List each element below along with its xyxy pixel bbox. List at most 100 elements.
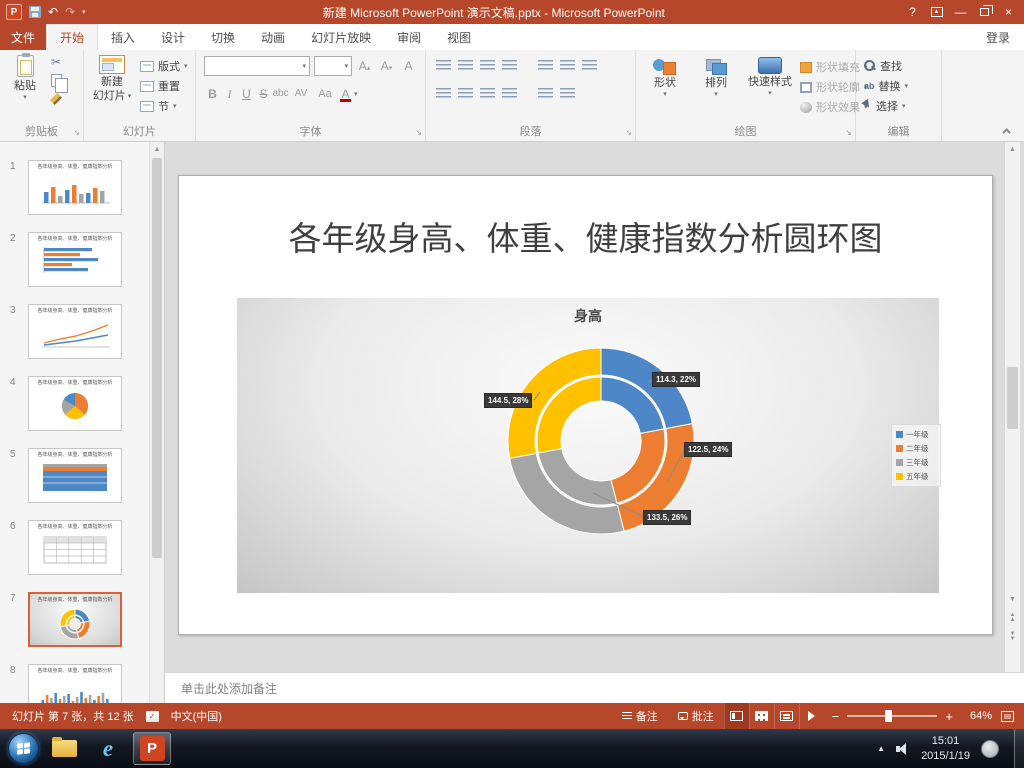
taskbar-explorer-button[interactable]	[45, 732, 83, 765]
undo-icon[interactable]: ↶	[48, 6, 58, 18]
dialog-launcher-icon[interactable]: ↘	[625, 128, 632, 137]
doughnut-chart[interactable]: 身高 114.3, 22% 122.5, 24% 133.5, 26% 144.5, …	[237, 298, 941, 593]
ribbon-tab-7[interactable]: 审阅	[384, 24, 434, 50]
bold-button[interactable]: B	[204, 84, 221, 104]
scroll-up-button[interactable]: ▲	[1005, 142, 1020, 157]
ribbon-tab-1[interactable]: 开始	[46, 24, 99, 50]
paste-button[interactable]: 粘贴 ▾	[6, 53, 44, 101]
slide-canvas[interactable]: 各年级身高、体重、健康指数分析圆环图 身高 114.3, 22% 122.5, 2…	[178, 175, 993, 635]
sign-in-link[interactable]: 登录	[972, 24, 1024, 50]
decrease-indent-button[interactable]	[476, 56, 498, 74]
dialog-launcher-icon[interactable]: ↘	[415, 128, 422, 137]
align-center-button[interactable]	[454, 84, 476, 102]
volume-icon[interactable]	[896, 742, 910, 755]
ribbon-tab-4[interactable]: 切换	[198, 24, 248, 50]
quick-styles-button[interactable]: 快速样式 ▾	[742, 57, 798, 97]
arrange-button[interactable]: 排列 ▾	[692, 57, 740, 98]
notes-toggle-button[interactable]: 备注	[612, 703, 668, 729]
align-left-button[interactable]	[432, 84, 454, 102]
reading-view-button[interactable]	[773, 703, 799, 729]
language-indicator[interactable]: 中文(中国)	[171, 708, 222, 724]
shapes-button[interactable]: 形状 ▾	[640, 57, 690, 98]
copy-icon[interactable]	[50, 74, 68, 93]
align-right-button[interactable]	[476, 84, 498, 102]
file-tab[interactable]: 文件	[0, 24, 46, 50]
find-button[interactable]: 查找	[864, 58, 908, 74]
zoom-out-button[interactable]: −	[824, 709, 848, 724]
font-name-combobox[interactable]: ▾	[204, 56, 310, 76]
normal-view-button[interactable]	[723, 703, 749, 729]
align-text-button[interactable]	[578, 56, 600, 74]
scrollbar-thumb[interactable]	[152, 158, 162, 558]
line-spacing-button[interactable]	[534, 56, 556, 74]
help-button[interactable]: ?	[902, 2, 923, 22]
redo-icon[interactable]: ↷	[65, 6, 75, 18]
dialog-launcher-icon[interactable]: ↘	[845, 128, 852, 137]
taskbar-powerpoint-button[interactable]: P	[133, 732, 171, 765]
new-slide-button[interactable]: 新建 幻灯片 ▾	[88, 55, 136, 104]
ribbon-display-options-button[interactable]: ▲	[926, 2, 947, 22]
zoom-in-button[interactable]: +	[937, 709, 961, 724]
slide-thumbnail-8[interactable]: 各年级身高、体重、健康指数分析	[28, 664, 122, 703]
scroll-up-icon[interactable]: ▲	[150, 142, 164, 156]
select-button[interactable]: 选择 ▾	[861, 98, 908, 114]
start-button[interactable]	[8, 733, 39, 764]
spell-check-icon[interactable]: ✓	[145, 710, 159, 722]
slide-thumbnail-4[interactable]: 各年级身高、体重、健康指数分析	[28, 376, 122, 431]
layout-button[interactable]: 版式 ▾	[140, 58, 188, 74]
notes-pane[interactable]: 单击此处添加备注	[165, 672, 1024, 703]
next-slide-button[interactable]: ▼ ▼	[1005, 629, 1020, 644]
zoom-slider-thumb[interactable]	[885, 710, 893, 722]
hidden-icons-button[interactable]: ▲	[877, 744, 885, 753]
powerpoint-app-icon[interactable]: P	[6, 4, 22, 20]
slide-thumbnail-6[interactable]: 各年级身高、体重、健康指数分析	[28, 520, 122, 575]
clear-formatting-button[interactable]: A	[400, 56, 417, 76]
ribbon-tab-3[interactable]: 设计	[148, 24, 198, 50]
font-size-combobox[interactable]: ▾	[314, 56, 352, 76]
close-button[interactable]: ×	[998, 2, 1019, 22]
character-spacing-button[interactable]: AV	[289, 84, 313, 104]
ribbon-tab-2[interactable]: 插入	[98, 24, 148, 50]
text-shadow-button[interactable]: abc	[272, 84, 289, 104]
taskbar-internet-explorer-button[interactable]: e	[89, 732, 127, 765]
ribbon-tab-8[interactable]: 视图	[434, 24, 484, 50]
scrollbar-thumb[interactable]	[1007, 367, 1018, 429]
text-direction-button[interactable]	[556, 56, 578, 74]
columns-button[interactable]	[534, 84, 556, 102]
slide-thumbnail-1[interactable]: 各年级身高、体重、健康指数分析	[28, 160, 122, 215]
change-case-button[interactable]: Aa	[313, 84, 337, 104]
previous-slide-button[interactable]: ▲ ▲	[1005, 610, 1020, 625]
save-icon[interactable]	[29, 6, 41, 18]
grow-font-button[interactable]: A▴	[356, 56, 373, 79]
collapse-ribbon-button[interactable]	[1000, 125, 1016, 137]
cut-icon[interactable]: ✂	[51, 56, 61, 68]
underline-button[interactable]: U	[238, 84, 255, 104]
show-desktop-button[interactable]	[1014, 729, 1024, 768]
slide-sorter-view-button[interactable]	[748, 703, 774, 729]
slide-title[interactable]: 各年级身高、体重、健康指数分析圆环图	[179, 212, 992, 260]
section-button[interactable]: 节 ▾	[140, 98, 188, 114]
comments-toggle-button[interactable]: 批注	[668, 703, 724, 729]
restore-button[interactable]	[974, 2, 995, 22]
slide-thumbnail-5[interactable]: 各年级身高、体重、健康指数分析	[28, 448, 122, 503]
reset-button[interactable]: 重置	[140, 78, 188, 94]
replace-button[interactable]: ab 替换 ▾	[864, 78, 908, 94]
increase-indent-button[interactable]	[498, 56, 520, 74]
ribbon-tab-6[interactable]: 幻灯片放映	[298, 24, 384, 50]
bullets-button[interactable]	[432, 56, 454, 74]
slideshow-view-button[interactable]	[798, 703, 824, 729]
numbering-button[interactable]	[454, 56, 476, 74]
taskbar-clock[interactable]: 15:01 2015/1/19	[921, 734, 970, 763]
fit-to-window-icon[interactable]	[1001, 710, 1014, 722]
dialog-launcher-icon[interactable]: ↘	[73, 128, 80, 137]
editor-scrollbar[interactable]: ▲ ▼ ▲ ▲ ▼ ▼	[1004, 142, 1020, 672]
italic-button[interactable]: I	[221, 84, 238, 104]
justify-button[interactable]	[498, 84, 520, 102]
minimize-button[interactable]: —	[950, 2, 971, 22]
slide-thumbnail-3[interactable]: 各年级身高、体重、健康指数分析	[28, 304, 122, 359]
font-color-button[interactable]: A	[337, 84, 354, 104]
ribbon-tab-5[interactable]: 动画	[248, 24, 298, 50]
shrink-font-button[interactable]: A▾	[378, 56, 395, 79]
zoom-level[interactable]: 64%	[961, 710, 1001, 722]
customize-quick-access-icon[interactable]: ▾	[82, 9, 86, 16]
